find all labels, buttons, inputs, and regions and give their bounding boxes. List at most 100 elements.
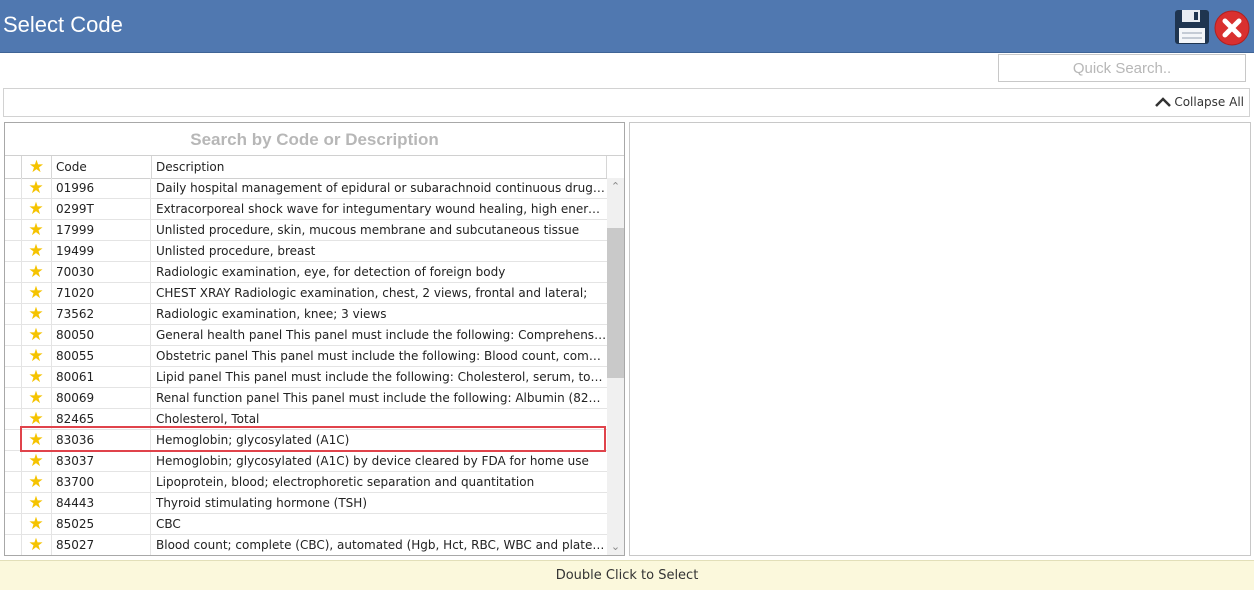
- table-row[interactable]: ★ 17999 Unlisted procedure, skin, mucous m…: [5, 220, 607, 241]
- description-cell: Blood count; complete (CBC), automated (…: [156, 538, 607, 552]
- description-cell: Hemoglobin; glycosylated (A1C): [156, 433, 350, 447]
- favorite-star-icon[interactable]: ★: [21, 388, 52, 408]
- favorite-star-icon[interactable]: ★: [21, 283, 52, 303]
- table-row[interactable]: ★ 71020 CHEST XRAY Radiologic examination,…: [5, 283, 607, 304]
- description-cell: Radiologic examination, eye, for detecti…: [156, 265, 506, 279]
- row-selector[interactable]: [5, 367, 22, 387]
- description-cell: CHEST XRAY Radiologic examination, chest…: [156, 286, 588, 300]
- code-cell: 83036: [52, 430, 151, 450]
- row-selector[interactable]: [5, 451, 22, 471]
- row-selector[interactable]: [5, 535, 22, 555]
- code-cell: 19499: [52, 241, 151, 261]
- code-cell: 80061: [52, 367, 151, 387]
- grid-header: ★ Code Description: [5, 155, 624, 179]
- table-row[interactable]: ★ 70030 Radiologic examination, eye, for d…: [5, 262, 607, 283]
- table-row[interactable]: ★ 80050 General health panel This panel mu…: [5, 325, 607, 346]
- table-row[interactable]: ★ 01996 Daily hospital management of epidu…: [5, 178, 607, 199]
- collapse-bar: Collapse All: [3, 88, 1250, 117]
- table-row[interactable]: ★ 80069 Renal function panel This panel mu…: [5, 388, 607, 409]
- code-cell: 70030: [52, 262, 151, 282]
- favorite-star-icon[interactable]: ★: [21, 472, 52, 492]
- table-row[interactable]: ★ 85025 CBC: [5, 514, 607, 535]
- code-cell: 83037: [52, 451, 151, 471]
- table-row[interactable]: ★ 80055 Obstetric panel This panel must in…: [5, 346, 607, 367]
- code-column-header[interactable]: Code: [52, 156, 152, 178]
- description-cell: General health panel This panel must inc…: [156, 328, 607, 342]
- favorite-star-icon[interactable]: ★: [21, 241, 52, 261]
- description-column-header[interactable]: Description: [152, 156, 607, 178]
- code-list[interactable]: ★ 01996 Daily hospital management of epidu…: [5, 178, 607, 555]
- table-row[interactable]: ★ 83037 Hemoglobin; glycosylated (A1C) by …: [5, 451, 607, 472]
- favorite-star-icon[interactable]: ★: [21, 451, 52, 471]
- description-cell: Lipid panel This panel must include the …: [156, 370, 607, 384]
- row-selector[interactable]: [5, 514, 22, 534]
- quick-search-input[interactable]: [998, 54, 1246, 82]
- favorite-star-icon[interactable]: ★: [21, 493, 52, 513]
- favorite-star-icon[interactable]: ★: [21, 430, 52, 450]
- description-cell: Cholesterol, Total: [156, 412, 260, 426]
- code-cell: 85025: [52, 514, 151, 534]
- panel-title: Search by Code or Description: [190, 130, 439, 149]
- table-row[interactable]: ★ 0299T Extracorporeal shock wave for inte…: [5, 199, 607, 220]
- table-row[interactable]: ★ 85027 Blood count; complete (CBC), autom…: [5, 535, 607, 555]
- scroll-down-icon[interactable]: ⌄: [607, 540, 624, 554]
- code-cell: 17999: [52, 220, 151, 240]
- code-cell: 83700: [52, 472, 151, 492]
- scrollbar-thumb[interactable]: [607, 228, 624, 378]
- table-row[interactable]: ★ 84443 Thyroid stimulating hormone (TSH): [5, 493, 607, 514]
- favorite-star-icon[interactable]: ★: [21, 199, 52, 219]
- favorite-star-icon[interactable]: ★: [21, 325, 52, 345]
- code-cell: 84443: [52, 493, 151, 513]
- code-cell: 80069: [52, 388, 151, 408]
- chevron-up-icon: [1155, 97, 1172, 107]
- floppy-disk-icon[interactable]: [1174, 9, 1210, 45]
- row-selector[interactable]: [5, 430, 22, 450]
- collapse-all-button[interactable]: Collapse All: [1154, 95, 1244, 109]
- table-row[interactable]: ★ 83036 Hemoglobin; glycosylated (A1C): [5, 430, 607, 451]
- row-selector[interactable]: [5, 388, 22, 408]
- favorite-star-icon[interactable]: ★: [21, 304, 52, 324]
- code-cell: 82465: [52, 409, 151, 429]
- row-selector[interactable]: [5, 178, 22, 198]
- table-row[interactable]: ★ 83700 Lipoprotein, blood; electrophoreti…: [5, 472, 607, 493]
- row-selector[interactable]: [5, 241, 22, 261]
- close-x-icon[interactable]: [1214, 10, 1250, 46]
- row-selector[interactable]: [5, 472, 22, 492]
- code-cell: 85027: [52, 535, 151, 555]
- description-cell: Unlisted procedure, skin, mucous membran…: [156, 223, 580, 237]
- description-cell: Extracorporeal shock wave for integument…: [156, 202, 607, 216]
- row-selector[interactable]: [5, 325, 22, 345]
- favorite-star-icon[interactable]: ★: [21, 346, 52, 366]
- code-search-panel: Search by Code or Description ★ Code Des…: [4, 122, 625, 556]
- row-selector[interactable]: [5, 262, 22, 282]
- description-cell: Thyroid stimulating hormone (TSH): [156, 496, 368, 510]
- scroll-up-icon[interactable]: ⌃: [607, 180, 624, 194]
- row-selector[interactable]: [5, 409, 22, 429]
- favorite-star-icon[interactable]: ★: [21, 367, 52, 387]
- description-cell: Obstetric panel This panel must include …: [156, 349, 607, 363]
- table-row[interactable]: ★ 80061 Lipid panel This panel must includ…: [5, 367, 607, 388]
- code-cell: 0299T: [52, 199, 151, 219]
- star-header-icon[interactable]: ★: [22, 156, 52, 178]
- description-cell: Hemoglobin; glycosylated (A1C) by device…: [156, 454, 589, 468]
- row-selector[interactable]: [5, 346, 22, 366]
- description-cell: Unlisted procedure, breast: [156, 244, 316, 258]
- favorite-star-icon[interactable]: ★: [21, 178, 52, 198]
- favorite-star-icon[interactable]: ★: [21, 262, 52, 282]
- table-row[interactable]: ★ 82465 Cholesterol, Total: [5, 409, 607, 430]
- footer-hint: Double Click to Select: [0, 560, 1254, 590]
- table-row[interactable]: ★ 73562 Radiologic examination, knee; 3 vi…: [5, 304, 607, 325]
- description-cell: Renal function panel This panel must inc…: [156, 391, 607, 405]
- favorite-star-icon[interactable]: ★: [21, 409, 52, 429]
- vertical-scrollbar[interactable]: ⌃ ⌄: [607, 178, 624, 555]
- row-selector[interactable]: [5, 199, 22, 219]
- favorite-star-icon[interactable]: ★: [21, 535, 52, 555]
- code-cell: 73562: [52, 304, 151, 324]
- row-selector[interactable]: [5, 493, 22, 513]
- row-selector[interactable]: [5, 283, 22, 303]
- row-selector[interactable]: [5, 220, 22, 240]
- favorite-star-icon[interactable]: ★: [21, 220, 52, 240]
- row-selector[interactable]: [5, 304, 22, 324]
- table-row[interactable]: ★ 19499 Unlisted procedure, breast: [5, 241, 607, 262]
- favorite-star-icon[interactable]: ★: [21, 514, 52, 534]
